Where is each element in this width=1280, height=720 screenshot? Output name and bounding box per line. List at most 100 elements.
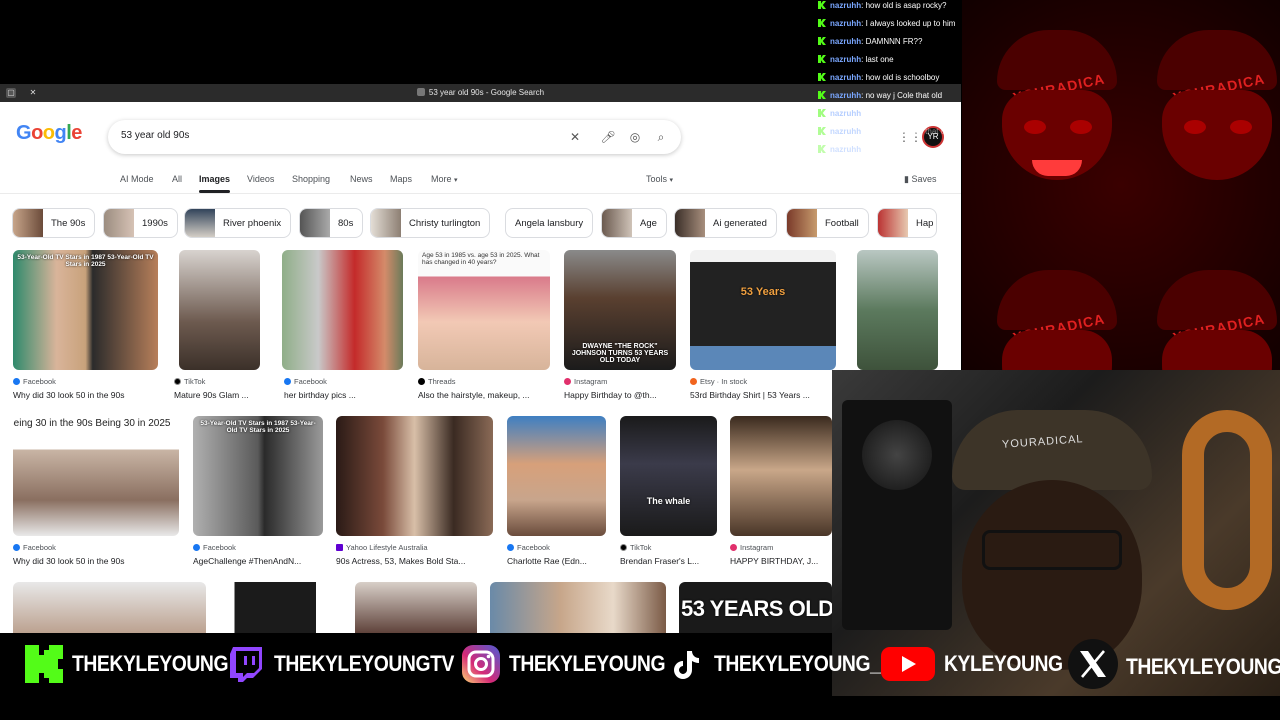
result-source: Instagram	[564, 377, 607, 386]
number-balloon	[1182, 410, 1272, 610]
result-title[interactable]: Also the hairstyle, makeup, ...	[418, 390, 550, 400]
kick-icon	[818, 109, 826, 117]
result-thumbnail[interactable]: 53-Year-Old TV Stars in 1987 53-Year-Old…	[13, 250, 158, 370]
chip-the-90s[interactable]: The 90s	[12, 208, 96, 238]
microphone-icon[interactable]: 🎤︎	[600, 129, 616, 145]
result-thumbnail[interactable]	[490, 582, 666, 633]
result-thumbnail[interactable]: 53 Years	[690, 250, 836, 370]
result-thumbnail[interactable]	[336, 416, 493, 536]
tab-more[interactable]: More ▾	[431, 174, 458, 184]
result-title[interactable]: AgeChallenge #ThenAndN...	[193, 556, 323, 566]
chip-age[interactable]: Age	[601, 208, 667, 238]
etsy-icon	[690, 378, 697, 385]
kick-icon	[818, 91, 826, 99]
result-title[interactable]: her birthday pics ...	[284, 390, 404, 400]
result-title[interactable]: Mature 90s Glam ...	[174, 390, 264, 400]
search-input[interactable]: 53 year old 90s ✕ 🎤︎ ◎ ⌕	[108, 120, 681, 154]
lens-icon[interactable]: ◎	[627, 129, 643, 145]
result-source: Facebook	[13, 377, 56, 386]
cartoon-face-lower-right: YOURADICA	[1142, 260, 1280, 370]
kick-icon	[818, 73, 826, 81]
social-kick[interactable]: THEKYLEYOUNG	[24, 644, 249, 684]
studio-speaker	[842, 400, 952, 630]
chevron-down-icon: ▾	[669, 177, 674, 184]
result-thumbnail[interactable]: 53 YEARS OLD	[679, 582, 832, 633]
tab-ai-mode[interactable]: AI Mode	[120, 174, 154, 184]
chat-message: nazruhh: I always looked up to him	[816, 18, 1016, 36]
google-logo[interactable]: Google	[16, 122, 82, 145]
yahoo-icon	[336, 544, 343, 551]
chat-overlay: nazruhh: how old is asap rocky? nazruhh:…	[816, 0, 1016, 162]
result-title[interactable]: Why did 30 look 50 in the 90s	[13, 390, 158, 400]
related-chips: The 90s 1990s River phoenix 80s Christy …	[0, 206, 961, 240]
chip-hap[interactable]: Hap	[877, 208, 937, 238]
tab-videos[interactable]: Videos	[247, 174, 274, 184]
kick-icon	[818, 55, 826, 63]
chip-christy-turlington[interactable]: Christy turlington	[370, 208, 491, 238]
search-icon[interactable]: ⌕	[653, 129, 669, 145]
result-thumbnail[interactable]: Age 53 in 1985 vs. age 53 in 2025. What …	[418, 250, 550, 370]
chip-angela-lansbury[interactable]: Angela lansbury	[505, 208, 594, 238]
chip-1990s[interactable]: 1990s	[103, 208, 178, 238]
chevron-down-icon: ▾	[454, 177, 458, 184]
chat-message: nazruhh: how old is schoolboy	[816, 72, 1016, 90]
result-source: Yahoo Lifestyle Australia	[336, 543, 428, 552]
result-source: Instagram	[730, 543, 773, 552]
chat-message: nazruhh: how old is asap rocky?	[816, 0, 1016, 18]
result-title[interactable]: 53rd Birthday Shirt | 53 Years ...	[690, 390, 830, 400]
tab-news[interactable]: News	[350, 174, 373, 184]
result-title[interactable]: Brendan Fraser's L...	[620, 556, 717, 566]
social-links-bar: THEKYLEYOUNG THEKYLEYOUNGTV THEKYLEYOUNG…	[0, 639, 1280, 692]
result-title[interactable]: Charlotte Rae (Edn...	[507, 556, 606, 566]
result-thumbnail[interactable]	[13, 582, 206, 633]
search-query[interactable]: 53 year old 90s	[121, 130, 189, 141]
result-thumbnail[interactable]	[282, 250, 403, 370]
chat-message: nazruhh: what's Eminem	[816, 108, 1016, 126]
result-source: Threads	[418, 377, 456, 386]
result-thumbnail[interactable]	[179, 250, 260, 370]
result-thumbnail[interactable]: Being 30 in the 90s Being 30 in 2025	[13, 416, 179, 536]
result-title[interactable]: Happy Birthday to @th...	[564, 390, 676, 400]
result-title[interactable]: 90s Actress, 53, Makes Bold Sta...	[336, 556, 493, 566]
chip-80s[interactable]: 80s	[299, 208, 364, 238]
result-thumbnail[interactable]	[355, 582, 477, 633]
result-title[interactable]: Why did 30 look 50 in the 90s	[13, 556, 179, 566]
facebook-icon	[193, 544, 200, 551]
tools-button[interactable]: Tools ▾	[646, 174, 673, 184]
clear-icon[interactable]: ✕	[567, 129, 583, 145]
result-source: Etsy · In stock	[690, 377, 747, 386]
result-thumbnail[interactable]	[730, 416, 832, 536]
result-title[interactable]: HAPPY BIRTHDAY, J...	[730, 556, 832, 566]
saves-button[interactable]: ▮ Saves	[904, 174, 936, 185]
browser-window: ▢ ✕ 53 year old 90s - Google Search Goog…	[0, 84, 961, 633]
tab-maps[interactable]: Maps	[390, 174, 412, 184]
social-x[interactable]: THEKYLEYOUNG	[1068, 639, 1280, 689]
cap	[952, 410, 1152, 490]
result-thumbnail[interactable]	[220, 582, 340, 633]
twitch-icon	[226, 644, 266, 684]
chip-ai-generated[interactable]: Ai generated	[674, 208, 777, 238]
tab-shopping[interactable]: Shopping	[292, 174, 330, 184]
kick-icon	[818, 19, 826, 27]
result-thumbnail[interactable]: DWAYNE "THE ROCK" JOHNSON TURNS 53 YEARS…	[564, 250, 676, 370]
result-source: TikTok	[174, 377, 205, 386]
result-thumbnail[interactable]: The whale	[620, 416, 717, 536]
social-instagram[interactable]: THEKYLEYOUNG	[461, 644, 686, 684]
tab-all[interactable]: All	[172, 174, 182, 184]
result-thumbnail[interactable]: 53-Year-Old TV Stars in 1987 53-Year-Old…	[193, 416, 323, 536]
tiktok-icon	[666, 644, 706, 684]
result-thumbnail[interactable]	[507, 416, 606, 536]
youtube-icon	[880, 644, 936, 684]
facebook-icon	[284, 378, 291, 385]
chip-river-phoenix[interactable]: River phoenix	[184, 208, 292, 238]
social-youtube[interactable]: KYLEYOUNG	[880, 644, 1079, 684]
social-tiktok[interactable]: THEKYLEYOUNG_	[666, 644, 903, 684]
result-thumbnail[interactable]	[857, 250, 938, 370]
tab-images[interactable]: Images	[199, 174, 231, 193]
chat-message: nazruhh: DAMNNN FR??	[816, 36, 1016, 54]
social-twitch[interactable]: THEKYLEYOUNGTV	[226, 644, 478, 684]
chat-message: nazruhh: god damn swizz that old	[816, 126, 1016, 144]
kick-icon	[818, 37, 826, 45]
chip-football[interactable]: Football	[786, 208, 869, 238]
glasses	[982, 530, 1122, 570]
